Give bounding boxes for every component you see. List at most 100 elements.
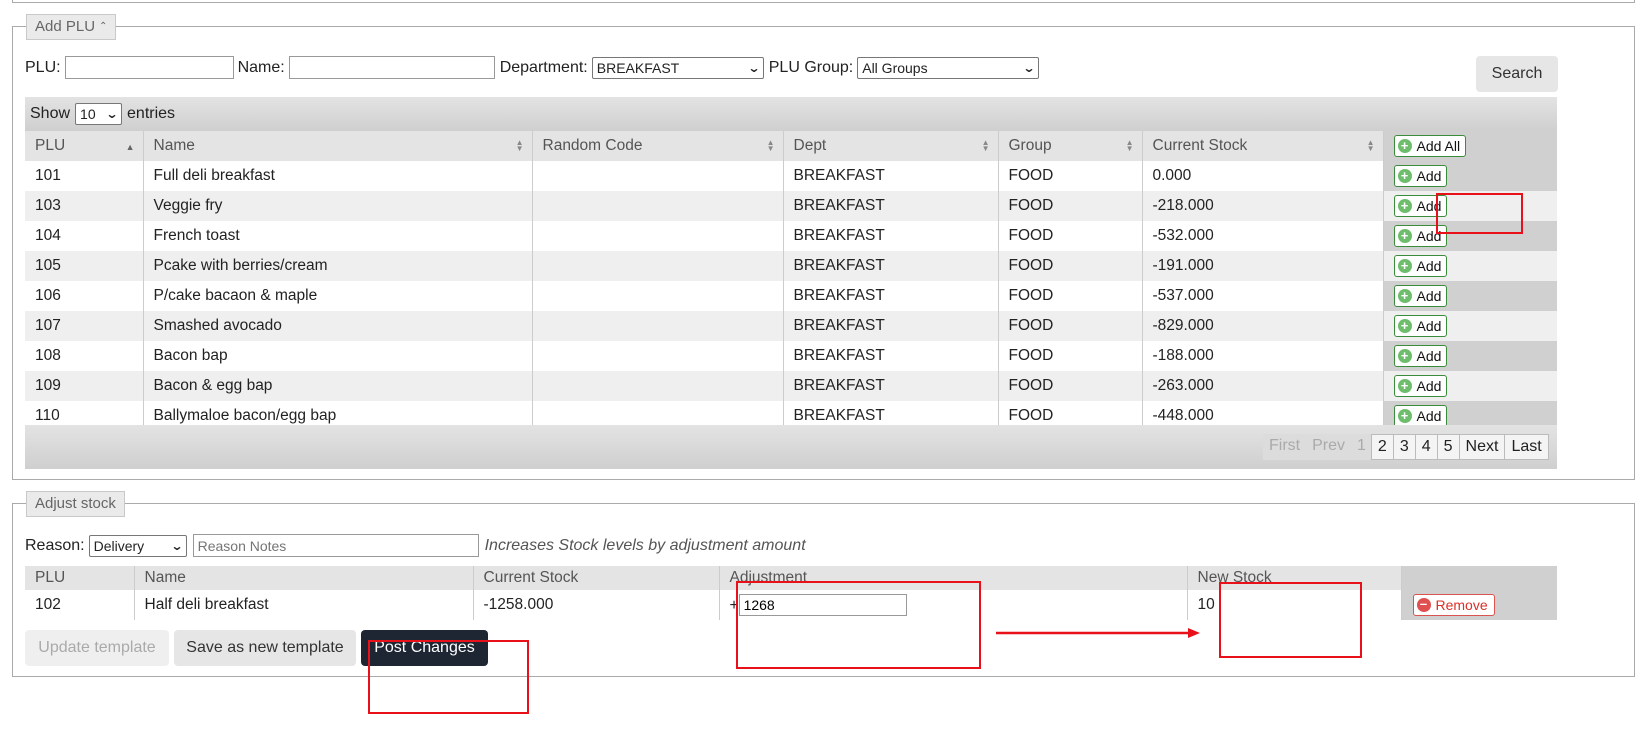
plu-cell: 105: [25, 251, 144, 281]
plu-cell: 101: [25, 161, 144, 191]
pager-last[interactable]: Last: [1504, 434, 1549, 460]
pager-prev[interactable]: Prev: [1306, 434, 1352, 460]
random-code-cell: [532, 371, 784, 401]
add-button[interactable]: + Add: [1393, 315, 1448, 337]
column-header-dept[interactable]: Dept ▲ ▼: [783, 131, 999, 161]
current-stock-cell: -263.000: [1142, 371, 1384, 401]
search-button[interactable]: Search: [1476, 56, 1558, 92]
dept-cell: BREAKFAST: [783, 371, 999, 401]
add-button[interactable]: + Add: [1393, 375, 1448, 397]
group-cell: FOOD: [998, 221, 1143, 251]
name-input[interactable]: [288, 56, 495, 79]
pager-page-4[interactable]: 4: [1414, 434, 1438, 460]
dept-cell: BREAKFAST: [783, 161, 999, 191]
reason-label: Reason:: [25, 536, 85, 554]
adjustment-hint: Increases Stock levels by adjustment amo…: [484, 536, 806, 554]
current-stock-cell: -218.000: [1142, 191, 1384, 221]
current-stock-cell: -532.000: [1142, 221, 1384, 251]
department-select[interactable]: BREAKFAST ⌄: [591, 56, 764, 79]
add-cell: + Add: [1383, 311, 1557, 341]
table-row: 106 P/cake bacaon & maple BREAKFAST FOOD -53…: [25, 281, 1557, 311]
dept-cell: BREAKFAST: [783, 281, 999, 311]
column-header-random-code[interactable]: Random Code ▲ ▼: [532, 131, 784, 161]
reason-notes-input[interactable]: [192, 534, 479, 557]
add-button[interactable]: + Add: [1393, 255, 1448, 277]
sort-icon: ▲ ▼: [1366, 138, 1375, 153]
pager-page-2[interactable]: 2: [1370, 434, 1394, 460]
add-cell: + Add: [1383, 341, 1557, 371]
reason-select[interactable]: Delivery ⌄: [88, 534, 187, 557]
sort-icon: ▲ ▼: [515, 138, 524, 153]
plus-circle-icon: +: [1397, 349, 1412, 363]
current-stock-cell: -1258.000: [473, 590, 720, 620]
plu-cell: 107: [25, 311, 144, 341]
adjust-stock-legend: Adjust stock: [26, 491, 125, 517]
chevron-down-icon: ⌄: [1022, 60, 1036, 75]
plu-cell: 102: [25, 590, 135, 620]
update-template-button[interactable]: Update template: [25, 630, 169, 666]
plu-group-select[interactable]: All Groups ⌄: [857, 56, 1040, 79]
reason-select-value: Delivery: [93, 537, 145, 554]
add-cell: + Add: [1383, 251, 1557, 281]
pager-next[interactable]: Next: [1458, 434, 1506, 460]
pager-page-1[interactable]: 1: [1351, 434, 1372, 460]
plu-cell: 103: [25, 191, 144, 221]
plu-group-select-value: All Groups: [862, 59, 928, 76]
group-cell: FOOD: [998, 371, 1143, 401]
name-cell: Bacon & egg bap: [143, 371, 533, 401]
plus-circle-icon: +: [1397, 319, 1412, 333]
plu-label: PLU:: [25, 58, 61, 76]
add-button[interactable]: + Add: [1393, 165, 1448, 187]
random-code-cell: [532, 311, 784, 341]
pager-page-5[interactable]: 5: [1436, 434, 1460, 460]
name-cell: Bacon bap: [143, 341, 533, 371]
column-header-plu[interactable]: PLU ▲: [25, 131, 144, 161]
sort-asc-icon: ▲: [125, 142, 135, 152]
random-code-cell: [532, 281, 784, 311]
add-all-cell: + Add All: [1383, 131, 1557, 161]
add-button[interactable]: + Add: [1393, 405, 1448, 427]
pagination: First Prev 1 2 3 4 5 Next Last: [1263, 434, 1549, 460]
annotation-arrow-icon: [996, 628, 1200, 638]
reason-row: Reason: Delivery ⌄ Increases Stock levels…: [25, 534, 806, 557]
plu-group-label: PLU Group:: [768, 58, 854, 76]
annotation-box-new-stock: [1219, 582, 1362, 658]
pager-page-3[interactable]: 3: [1392, 434, 1416, 460]
sort-icon: ▲ ▼: [1125, 138, 1134, 153]
name-cell: Half deli breakfast: [134, 590, 474, 620]
chevron-down-icon: ⌄: [170, 538, 184, 553]
plus-circle-icon: +: [1397, 289, 1412, 303]
annotation-box-adjustment: [736, 581, 981, 669]
group-cell: FOOD: [998, 191, 1143, 221]
add-plu-legend-label: Add PLU: [35, 18, 96, 35]
column-header-name: Name: [134, 566, 474, 590]
column-header-plu: PLU: [25, 566, 135, 590]
table-row: 105 Pcake with berries/cream BREAKFAST FOOD…: [25, 251, 1557, 281]
group-cell: FOOD: [998, 251, 1143, 281]
show-label: Show: [30, 105, 71, 122]
table-row: 101 Full deli breakfast BREAKFAST FOOD 0.000…: [25, 161, 1557, 191]
column-header-name[interactable]: Name ▲ ▼: [143, 131, 533, 161]
column-header-current-stock[interactable]: Current Stock ▲ ▼: [1142, 131, 1384, 161]
random-code-cell: [532, 221, 784, 251]
pager-first[interactable]: First: [1263, 434, 1307, 460]
add-plu-legend[interactable]: Add PLU ⌃: [26, 14, 117, 40]
add-button[interactable]: + Add: [1393, 345, 1448, 367]
remove-button[interactable]: – Remove: [1412, 594, 1495, 616]
plu-input[interactable]: [64, 56, 234, 79]
entries-select[interactable]: 10 ⌄: [75, 103, 123, 125]
add-cell: + Add: [1383, 281, 1557, 311]
plu-cell: 108: [25, 341, 144, 371]
group-cell: FOOD: [998, 311, 1143, 341]
table-row: 109 Bacon & egg bap BREAKFAST FOOD -263.000 +…: [25, 371, 1557, 401]
column-header-group[interactable]: Group ▲ ▼: [998, 131, 1143, 161]
name-cell: Pcake with berries/cream: [143, 251, 533, 281]
column-header-current-stock: Current Stock: [473, 566, 720, 590]
annotation-box-post-changes: [368, 640, 529, 714]
save-as-new-template-button[interactable]: Save as new template: [174, 630, 356, 666]
plus-circle-icon: +: [1397, 229, 1412, 243]
add-button[interactable]: + Add: [1393, 285, 1448, 307]
table-row: 103 Veggie fry BREAKFAST FOOD -218.000 + Add: [25, 191, 1557, 221]
entries-select-value: 10: [80, 106, 96, 122]
add-all-button[interactable]: + Add All: [1393, 135, 1467, 157]
